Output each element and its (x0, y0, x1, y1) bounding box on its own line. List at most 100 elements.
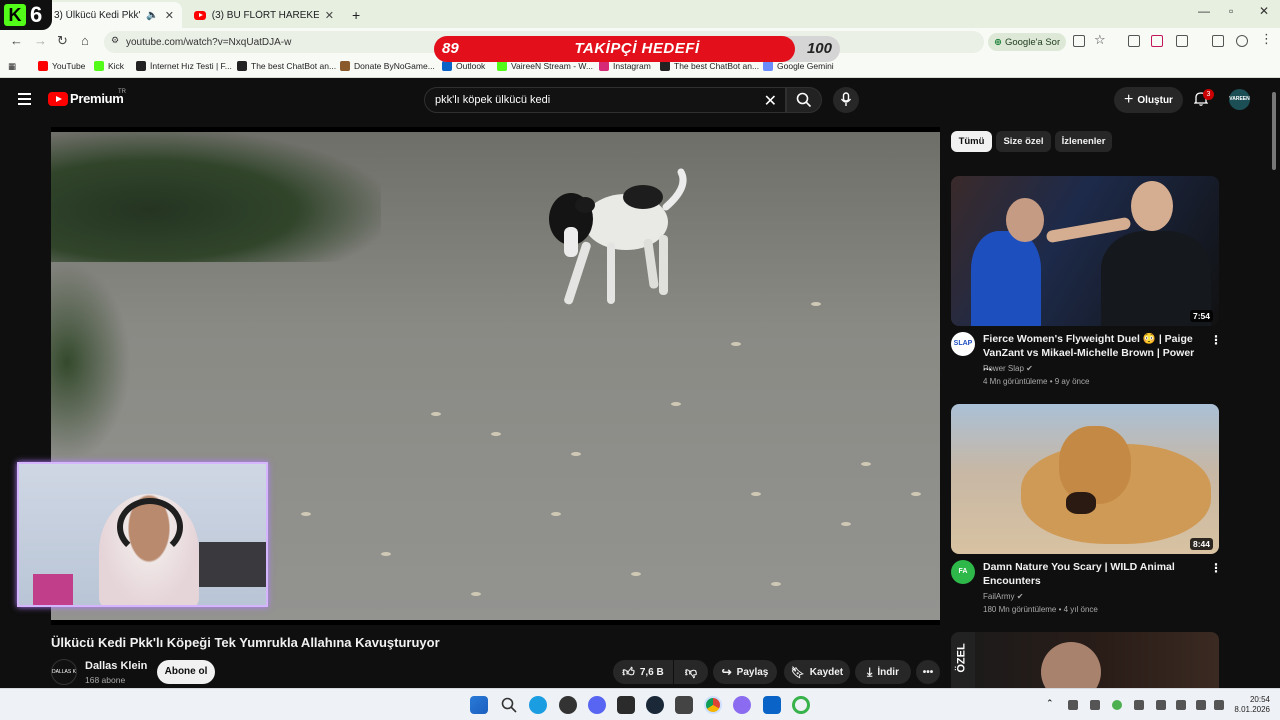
youtube-favicon-icon (194, 10, 206, 20)
recommendation-channel[interactable]: Power Slap ✔ (983, 364, 1033, 373)
copilot-icon[interactable] (733, 696, 751, 714)
more-options-icon[interactable]: ⋮ (1210, 561, 1222, 575)
search-query: pkk'lı köpek ülkücü kedi (435, 94, 551, 106)
channel-avatar[interactable]: SLAP (951, 332, 975, 356)
tray-app-icon[interactable] (1134, 700, 1144, 710)
recommendation-title[interactable]: Damn Nature You Scary | WILD Animal Enco… (983, 560, 1203, 588)
bookmark-vaireen[interactable]: VaireeN Stream - W... (497, 61, 593, 71)
chip-all[interactable]: Tümü (951, 131, 992, 152)
like-button[interactable]: 👍︎ 7,6 B (613, 660, 673, 684)
apps-grid-icon[interactable]: ▦ (8, 61, 16, 72)
search-input[interactable]: pkk'lı köpek ülkücü kedi ✕ (424, 87, 786, 113)
tray-app-icon[interactable] (1112, 700, 1122, 710)
recommendation-thumbnail[interactable]: ÖZEL (951, 632, 1219, 688)
more-options-icon[interactable]: ⋮ (1210, 333, 1222, 347)
extension-icon[interactable] (1128, 35, 1140, 47)
browser-menu-icon[interactable]: ⋮ (1260, 31, 1273, 47)
tab-active-video[interactable]: 3) Ülkücü Kedi Pkk'lı Köpe... 🔈 ✕ (46, 2, 182, 28)
more-actions-button[interactable]: ••• (916, 660, 940, 684)
recommendation-thumbnail[interactable]: 7:54 (951, 176, 1219, 326)
instagram-bookmark-icon (599, 61, 609, 71)
close-window-icon[interactable]: ✕ (1259, 4, 1269, 18)
discord-icon[interactable] (588, 696, 606, 714)
outlook-bookmark-icon (442, 61, 452, 71)
tab-second-video[interactable]: (3) BU FLÖRT HAREKETLERİ BİZ... ✕ (186, 2, 342, 28)
chip-for-you[interactable]: Size özel (996, 131, 1051, 152)
search-taskbar-icon[interactable] (500, 696, 518, 714)
channel-name[interactable]: Dallas Klein (85, 660, 147, 672)
bookmark-youtube[interactable]: YouTube (38, 61, 85, 71)
extensions-puzzle-icon[interactable] (1176, 35, 1188, 47)
close-tab-icon[interactable]: ✕ (325, 9, 334, 22)
system-clock[interactable]: 20:54 8.01.2026 (1234, 695, 1270, 715)
channel-avatar[interactable]: DALLAS K (51, 659, 77, 685)
volume-icon[interactable] (1214, 700, 1224, 710)
maximize-icon[interactable]: ▫ (1229, 4, 1233, 18)
leaf (491, 432, 501, 436)
network-icon[interactable] (1196, 700, 1206, 710)
audio-extension-icon[interactable] (1151, 35, 1163, 47)
bookmark-chatbot-2[interactable]: The best ChatBot an... (660, 61, 759, 71)
save-button[interactable]: 🔖︎ Kaydet (784, 660, 850, 684)
clear-search-icon[interactable]: ✕ (764, 91, 777, 111)
thumb-fighter-right-head (1131, 181, 1173, 231)
kick-logo-icon: K (4, 4, 26, 26)
channel-avatar[interactable]: FA (951, 560, 975, 584)
thumb-fighter-left (971, 231, 1041, 326)
minimize-icon[interactable]: — (1198, 4, 1210, 18)
bookmark-kick[interactable]: Kick (94, 61, 124, 71)
bookmark-bynogame[interactable]: Donate ByNoGame... (340, 61, 435, 71)
share-button[interactable]: ↪ Paylaş (713, 660, 777, 684)
profile-icon[interactable] (1236, 35, 1248, 47)
youtube-logo-icon[interactable] (48, 92, 68, 106)
page-scrollbar[interactable] (1272, 92, 1276, 170)
epic-games-icon[interactable] (617, 696, 635, 714)
start-menu-icon[interactable] (470, 696, 488, 714)
install-app-icon[interactable] (1073, 35, 1085, 47)
chip-watched[interactable]: İzlenenler (1055, 131, 1112, 152)
search-button[interactable] (786, 87, 822, 113)
tray-chevron-icon[interactable]: ⌃ (1046, 698, 1056, 708)
bookmark-chatbot[interactable]: The best ChatBot an... (237, 61, 336, 71)
youtube-brand[interactable]: Premium (70, 91, 124, 106)
leaf (751, 492, 761, 496)
thumb-dog-head (1059, 426, 1131, 504)
refresh-app-icon[interactable] (792, 696, 810, 714)
home-icon[interactable]: ⌂ (81, 33, 89, 48)
dislike-button[interactable]: 👎︎ (674, 660, 708, 684)
reload-icon[interactable]: ↻ (57, 33, 68, 49)
recommendation-channel[interactable]: FailArmy ✔ (983, 592, 1024, 601)
bookmark-gemini[interactable]: Google Gemini (763, 61, 834, 71)
bookmark-star-icon[interactable]: ☆ (1094, 32, 1106, 48)
chrome-icon[interactable] (704, 696, 722, 714)
back-icon[interactable]: ← (10, 33, 23, 48)
speaker-icon[interactable]: 🔈 (146, 10, 158, 21)
create-button[interactable]: + Oluştur (1114, 87, 1183, 113)
subscribe-button[interactable]: Abone ol (157, 660, 215, 684)
microphone-tray-icon[interactable] (1176, 700, 1186, 710)
tray-app-icon[interactable] (1090, 700, 1100, 710)
obs-icon[interactable] (675, 696, 693, 714)
app-icon[interactable] (559, 696, 577, 714)
edge-icon[interactable] (529, 696, 547, 714)
menu-icon[interactable] (18, 93, 31, 108)
outlook-icon[interactable] (763, 696, 781, 714)
bookmark-instagram[interactable]: Instagram (599, 61, 651, 71)
bookmark-speedtest[interactable]: İnternet Hız Testi | F... (136, 61, 232, 71)
google-sor-button[interactable]: ⊕ Google'a Sor (988, 33, 1067, 51)
download-button[interactable]: ⤓ İndir (855, 660, 911, 684)
tray-app-icon[interactable] (1156, 700, 1166, 710)
bookmark-label: Instagram (613, 61, 651, 71)
forward-icon[interactable]: → (34, 33, 47, 48)
new-tab-button[interactable]: + (344, 2, 368, 28)
voice-search-button[interactable] (833, 87, 859, 113)
close-tab-icon[interactable]: ✕ (165, 9, 174, 22)
account-avatar[interactable]: VAREEN (1229, 89, 1250, 110)
reading-list-icon[interactable] (1212, 35, 1224, 47)
tray-app-icon[interactable] (1068, 700, 1078, 710)
steam-icon[interactable] (646, 696, 664, 714)
site-info-icon[interactable]: ⚙ (111, 35, 119, 46)
video-bushes-left (51, 262, 131, 462)
bookmark-outlook[interactable]: Outlook (442, 61, 485, 71)
recommendation-thumbnail[interactable]: 8:44 (951, 404, 1219, 554)
